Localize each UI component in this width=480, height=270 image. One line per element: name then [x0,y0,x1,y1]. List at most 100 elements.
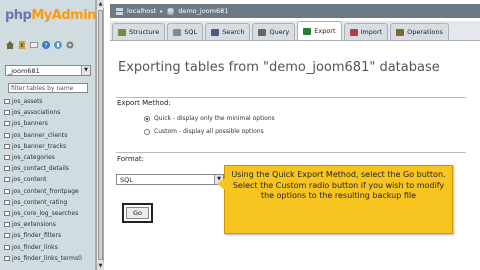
tab-operations[interactable]: Operations [390,23,449,40]
table-name[interactable]: jos_banner_tracks [12,143,66,150]
help-icon[interactable]: ? [42,41,50,50]
custom-option[interactable]: Custom - display all possible options [144,128,264,135]
tab-import[interactable]: Import [343,23,389,40]
divider [116,97,466,98]
table-list-item[interactable]: jos_banners [4,118,94,129]
table-name[interactable]: jos_core_log_searches [12,210,78,217]
table-name[interactable]: jos_content_rating [12,199,67,206]
quick-option[interactable]: Quick - display only the minimal options [144,115,275,122]
logo-text-myadmin: MyAdmin [31,8,96,23]
export-icon [303,27,312,35]
table-icon[interactable] [4,143,10,149]
settings-icon[interactable] [66,41,74,49]
table-icon[interactable] [4,210,10,216]
scroll-up-icon[interactable]: ▲ [97,0,104,8]
table-icon[interactable] [4,132,10,138]
table-icon[interactable] [4,255,10,261]
format-label: Format: [117,155,145,163]
tab-label: SQL [184,28,198,36]
table-icon[interactable] [4,233,10,239]
table-list-item[interactable]: jos_contact_details [4,163,94,174]
go-button[interactable]: Go [126,207,149,219]
table-name[interactable]: jos_banners [12,120,48,127]
operations-icon [396,28,405,36]
breadcrumb-database[interactable]: demo_joom681 [178,7,228,15]
table-list-item[interactable]: jos_content_frontpage [4,186,94,197]
page-title: Exporting tables from "demo_joom681" dat… [118,60,440,75]
table-list-item[interactable]: jos_finder_links [4,241,94,252]
phpmyadmin-logo[interactable]: phpMyAdmin [0,0,95,32]
table-icon[interactable] [4,121,10,127]
filter-tables-input[interactable]: filter tables by name [8,83,88,93]
database-select[interactable]: _joom681 ▼ [5,65,91,76]
divider [116,152,466,153]
table-name[interactable]: jos_finder_links [12,244,58,251]
table-name[interactable]: jos_assets [12,98,43,105]
format-select-value: SQL [120,176,133,184]
navigation-panel: phpMyAdmin ? _joom681 ▼ filter tables by… [0,0,96,270]
go-button-highlight: Go [122,203,153,223]
table-name[interactable]: jos_finder_filters [12,232,61,239]
table-name[interactable]: jos_extensions [12,221,56,228]
tab-label: Search [222,28,245,36]
query-icon [258,28,267,36]
table-list-item[interactable]: jos_core_log_searches [4,208,94,219]
tab-search[interactable]: Search [205,23,251,40]
tab-export[interactable]: Export [297,21,342,40]
table-icon[interactable] [4,177,10,183]
tab-label: Export [314,27,336,35]
table-icon[interactable] [4,244,10,250]
svg-text:?: ? [44,43,47,50]
format-select[interactable]: SQL ▼ [116,174,224,185]
table-list-item[interactable]: jos_assets [4,96,94,107]
server-icon [116,7,123,15]
table-icon[interactable] [4,155,10,161]
table-name[interactable]: jos_finder_links_terms0 [12,255,82,262]
home-icon[interactable] [6,41,14,49]
nav-scrollbar[interactable]: ▲ ▼ [96,0,104,270]
custom-radio[interactable] [144,128,150,135]
quick-radio[interactable] [144,115,150,122]
quick-option-label: Quick - display only the minimal options [154,115,275,122]
table-name[interactable]: jos_categories [12,154,55,161]
import-icon [349,28,358,36]
table-list-item[interactable]: jos_associations [4,107,94,118]
table-list-item[interactable]: jos_finder_links_terms0 [4,253,94,264]
breadcrumb-server[interactable]: localhost [127,7,156,15]
search-icon [211,28,220,36]
tab-label: Operations [407,28,443,36]
table-icon[interactable] [4,110,10,116]
tab-bar: Structure SQL Search Query Export Import Opera… [110,21,480,41]
breadcrumb-separator-icon: ▸ [160,7,164,15]
table-list-item[interactable]: jos_content_rating [4,197,94,208]
table-list-item[interactable]: jos_categories [4,152,94,163]
table-icon[interactable] [4,99,10,105]
docs-icon[interactable] [54,41,62,49]
tab-structure[interactable]: Structure [112,23,166,40]
scrollbar-thumb[interactable] [98,10,103,260]
table-icon[interactable] [4,199,10,205]
tab-label: Import [360,28,383,36]
exit-icon[interactable] [18,41,26,49]
table-list-item[interactable]: jos_content [4,174,94,185]
table-name[interactable]: jos_content_frontpage [12,188,79,195]
table-name[interactable]: jos_content [12,176,46,183]
table-list-item[interactable]: jos_banner_tracks [4,141,94,152]
table-icon[interactable] [4,222,10,228]
tab-sql[interactable]: SQL [167,23,204,40]
table-list-item[interactable]: jos_extensions [4,219,94,230]
query-icon[interactable] [30,41,38,49]
table-list-item[interactable]: jos_banner_clients [4,130,94,141]
table-name[interactable]: jos_banner_clients [12,132,67,139]
instruction-callout: Using the Quick Export Method, select th… [217,165,453,234]
structure-icon [118,28,126,36]
table-name[interactable]: jos_contact_details [12,165,69,172]
table-icon[interactable] [4,188,10,194]
table-name[interactable]: jos_associations [12,109,60,116]
sql-icon [173,28,182,36]
tab-query[interactable]: Query [252,23,296,40]
table-icon[interactable] [4,166,10,172]
scroll-down-icon[interactable]: ▼ [97,262,104,270]
table-list-item[interactable]: jos_finder_filters [4,230,94,241]
custom-option-label: Custom - display all possible options [154,128,264,135]
